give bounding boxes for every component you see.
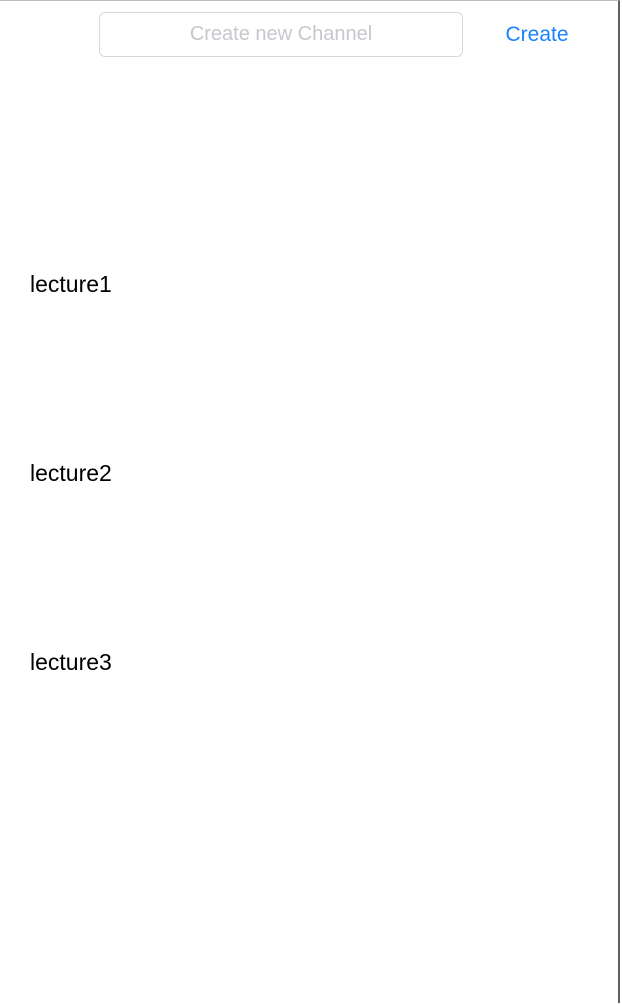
- channel-name-input[interactable]: [99, 12, 463, 57]
- channel-list-item[interactable]: lecture3: [0, 568, 616, 757]
- channel-list-item[interactable]: lecture1: [0, 190, 616, 379]
- channel-list: lecture1 lecture2 lecture3: [0, 190, 616, 757]
- channel-list-item[interactable]: lecture2: [0, 379, 616, 568]
- channel-name: lecture3: [30, 649, 112, 675]
- create-button[interactable]: Create: [490, 12, 584, 57]
- channel-name: lecture1: [30, 271, 112, 297]
- channels-screen: Create lecture1 lecture2 lecture3: [0, 0, 620, 1003]
- channel-name: lecture2: [30, 460, 112, 486]
